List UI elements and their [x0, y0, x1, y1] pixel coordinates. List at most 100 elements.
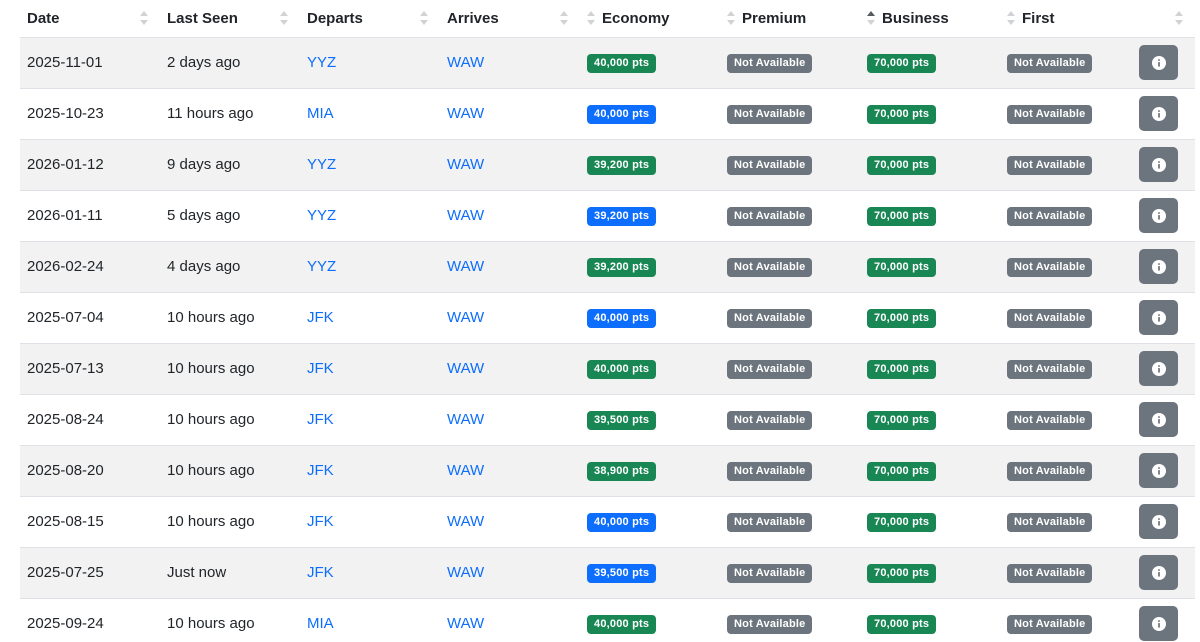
- departs-link[interactable]: JFK: [307, 462, 334, 479]
- arrives-link[interactable]: WAW: [447, 309, 484, 326]
- business-badge: 70,000 pts: [867, 155, 937, 175]
- last-seen-cell: 10 hours ago: [160, 343, 300, 395]
- economy-badge: 40,000 pts: [587, 104, 657, 124]
- arrives-cell: WAW: [440, 547, 580, 599]
- column-header-actions[interactable]: [1140, 0, 1195, 38]
- arrives-link[interactable]: WAW: [447, 156, 484, 173]
- departs-link[interactable]: YYZ: [307, 258, 336, 275]
- details-button[interactable]: [1139, 300, 1178, 335]
- departs-link[interactable]: MIA: [307, 615, 334, 632]
- arrives-link[interactable]: WAW: [447, 615, 484, 632]
- column-header-date[interactable]: Date: [20, 0, 160, 38]
- departs-link[interactable]: YYZ: [307, 207, 336, 224]
- arrives-link[interactable]: WAW: [447, 462, 484, 479]
- table-row: 2025-07-25 Just now JFK WAW 39,500 pts Not Av…: [20, 547, 1195, 599]
- sort-arrows-icon[interactable]: [587, 10, 595, 26]
- sort-arrows-icon[interactable]: [140, 10, 148, 26]
- table-row: 2026-01-12 9 days ago YYZ WAW 39,200 pts Not …: [20, 139, 1195, 191]
- first-badge: Not Available: [1007, 206, 1093, 226]
- arrives-link[interactable]: WAW: [447, 54, 484, 71]
- arrives-link[interactable]: WAW: [447, 564, 484, 581]
- details-button[interactable]: [1139, 555, 1178, 590]
- sort-arrows-icon[interactable]: [1175, 10, 1183, 26]
- departs-link[interactable]: JFK: [307, 360, 334, 377]
- business-badge: 70,000 pts: [867, 359, 937, 379]
- first-badge: Not Available: [1007, 461, 1093, 481]
- actions-cell: [1139, 139, 1195, 191]
- arrives-link[interactable]: WAW: [447, 105, 484, 122]
- actions-cell: [1139, 88, 1195, 140]
- info-icon: [1151, 106, 1166, 121]
- column-header-arrives[interactable]: Arrives: [440, 0, 580, 38]
- last-seen-cell: 10 hours ago: [160, 445, 300, 497]
- departs-link[interactable]: MIA: [307, 105, 334, 122]
- sort-arrows-icon[interactable]: [867, 10, 875, 26]
- sort-arrows-icon[interactable]: [280, 10, 288, 26]
- first-cell: Not Available: [1000, 292, 1140, 344]
- business-badge: 70,000 pts: [867, 104, 937, 124]
- arrives-link[interactable]: WAW: [447, 207, 484, 224]
- sort-ascending-icon: [587, 11, 595, 17]
- details-button[interactable]: [1139, 504, 1178, 539]
- details-button[interactable]: [1139, 453, 1178, 488]
- column-header-business[interactable]: Business: [860, 0, 1000, 38]
- arrives-link[interactable]: WAW: [447, 411, 484, 428]
- premium-badge: Not Available: [727, 410, 813, 430]
- first-badge: Not Available: [1007, 53, 1093, 73]
- details-button[interactable]: [1139, 147, 1178, 182]
- business-cell: 70,000 pts: [860, 190, 1000, 242]
- details-button[interactable]: [1139, 198, 1178, 233]
- last-seen-text: 10 hours ago: [167, 513, 255, 530]
- departs-link[interactable]: YYZ: [307, 54, 336, 71]
- economy-cell: 40,000 pts: [580, 343, 720, 395]
- economy-badge: 40,000 pts: [587, 614, 657, 634]
- column-header-label: Premium: [742, 9, 807, 27]
- first-badge: Not Available: [1007, 104, 1093, 124]
- business-badge: 70,000 pts: [867, 461, 937, 481]
- sort-arrows-icon[interactable]: [727, 10, 735, 26]
- departs-cell: JFK: [300, 343, 440, 395]
- premium-badge: Not Available: [727, 155, 813, 175]
- departs-link[interactable]: JFK: [307, 411, 334, 428]
- details-button[interactable]: [1139, 249, 1178, 284]
- last-seen-cell: 4 days ago: [160, 241, 300, 293]
- date-cell: 2025-10-23: [20, 88, 160, 140]
- departs-link[interactable]: JFK: [307, 513, 334, 530]
- arrives-link[interactable]: WAW: [447, 513, 484, 530]
- details-button[interactable]: [1139, 45, 1178, 80]
- sort-ascending-icon: [1007, 11, 1015, 17]
- departs-link[interactable]: JFK: [307, 309, 334, 326]
- last-seen-text: 10 hours ago: [167, 360, 255, 377]
- sort-arrows-icon[interactable]: [1007, 10, 1015, 26]
- departs-cell: YYZ: [300, 241, 440, 293]
- column-header-departs[interactable]: Departs: [300, 0, 440, 38]
- table-row: 2025-10-23 11 hours ago MIA WAW 40,000 pts No…: [20, 88, 1195, 140]
- sort-arrows-icon[interactable]: [420, 10, 428, 26]
- details-button[interactable]: [1139, 351, 1178, 386]
- details-button[interactable]: [1139, 96, 1178, 131]
- business-badge: 70,000 pts: [867, 614, 937, 634]
- column-header-premium[interactable]: Premium: [720, 0, 860, 38]
- sort-descending-icon: [280, 20, 288, 26]
- details-button[interactable]: [1139, 402, 1178, 437]
- header-row: Date Last Seen Departs Arrives Economy Premiu…: [20, 0, 1195, 38]
- sort-arrows-icon[interactable]: [560, 10, 568, 26]
- column-header-first[interactable]: First: [1000, 0, 1140, 38]
- details-button[interactable]: [1139, 606, 1178, 641]
- arrives-link[interactable]: WAW: [447, 258, 484, 275]
- economy-badge: 39,500 pts: [587, 563, 657, 583]
- economy-badge: 38,900 pts: [587, 461, 657, 481]
- date-text: 2026-01-11: [27, 207, 103, 224]
- departs-link[interactable]: YYZ: [307, 156, 336, 173]
- business-cell: 70,000 pts: [860, 37, 1000, 89]
- date-text: 2025-07-25: [27, 564, 104, 581]
- departs-cell: JFK: [300, 394, 440, 446]
- info-icon: [1151, 208, 1166, 223]
- last-seen-text: 10 hours ago: [167, 462, 255, 479]
- column-header-economy[interactable]: Economy: [580, 0, 720, 38]
- departs-link[interactable]: JFK: [307, 564, 334, 581]
- arrives-link[interactable]: WAW: [447, 360, 484, 377]
- column-header-last-seen[interactable]: Last Seen: [160, 0, 300, 38]
- arrives-cell: WAW: [440, 394, 580, 446]
- info-icon: [1151, 463, 1166, 478]
